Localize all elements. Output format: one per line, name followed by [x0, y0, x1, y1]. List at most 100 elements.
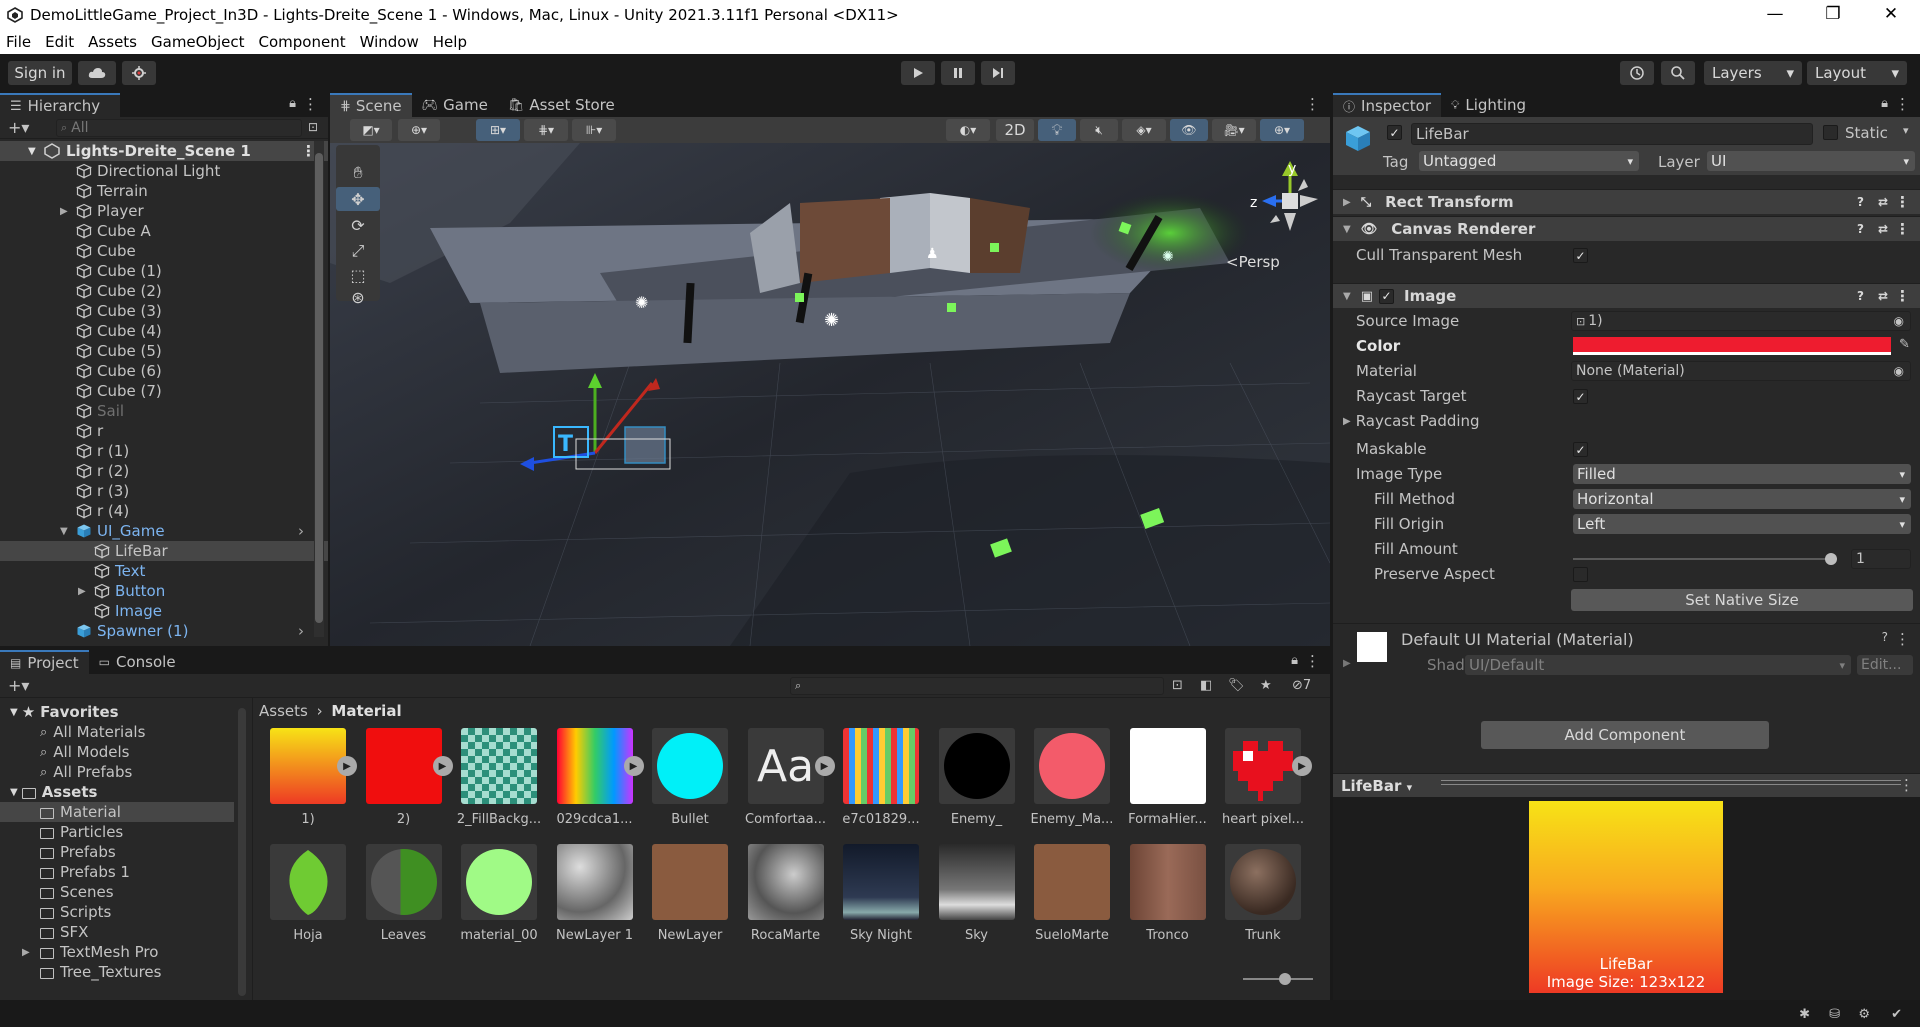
2d-toggle[interactable]: 2D — [996, 119, 1034, 141]
sign-in-button[interactable]: Sign in — [8, 61, 72, 85]
fold-closed-icon[interactable]: ▶ — [78, 586, 86, 597]
image-enabled-checkbox[interactable]: ✓ — [1379, 288, 1394, 304]
object-name-input[interactable]: LifeBar — [1411, 123, 1813, 145]
minimize-button[interactable]: — — [1746, 0, 1804, 29]
breadcrumb-material[interactable]: Material — [331, 702, 401, 720]
render-mode-dropdown[interactable]: ⊕▾ — [398, 119, 440, 141]
rect-tool-button[interactable]: ⬚ — [336, 263, 380, 287]
pivot-toggle[interactable]: ⊞▾ — [476, 119, 520, 141]
asset-item[interactable]: SueloMarte — [1027, 844, 1117, 943]
lighting-toggle[interactable]: 💡︎ — [1038, 119, 1076, 141]
more-icon[interactable]: ⋮ — [1895, 287, 1910, 305]
breadcrumb-assets[interactable]: Assets — [259, 702, 308, 720]
hierarchy-item[interactable]: Image — [0, 601, 328, 621]
more-icon[interactable]: ⋮ — [1305, 652, 1320, 670]
pause-button[interactable] — [941, 61, 975, 85]
asset-item[interactable]: heart pixel... — [1218, 728, 1308, 827]
more-icon[interactable]: ⋮ — [1899, 776, 1914, 794]
preserve-aspect-checkbox[interactable] — [1573, 567, 1588, 582]
scene-root-row[interactable]: ▼ Lights-Dreite_Scene 1 ⋮ — [0, 141, 328, 161]
zoom-slider[interactable] — [1243, 973, 1313, 985]
menu-help[interactable]: Help — [433, 33, 467, 51]
hierarchy-scrollbar[interactable] — [314, 141, 324, 637]
play-button[interactable] — [901, 61, 935, 85]
asset-item[interactable]: Tronco — [1123, 844, 1213, 943]
fold-open-icon[interactable]: ▼ — [28, 146, 36, 157]
folder-item[interactable]: SFX — [0, 922, 234, 942]
search-by-type-icon[interactable]: ⊡ — [1172, 678, 1183, 693]
draw-mode-dropdown[interactable]: ◩▾ — [350, 119, 392, 141]
more-icon[interactable]: ⋮ — [1895, 95, 1910, 113]
filter-icon[interactable]: ◧ — [1200, 678, 1212, 693]
restore-button[interactable]: ❐ — [1804, 0, 1862, 29]
gizmos-dropdown[interactable]: ⊕▾ — [1260, 119, 1304, 141]
add-icon[interactable]: +▾ — [8, 118, 29, 137]
cull-checkbox[interactable]: ✓ — [1573, 248, 1588, 263]
hierarchy-item[interactable]: Cube (3) — [0, 301, 328, 321]
hierarchy-item[interactable]: Cube (7) — [0, 381, 328, 401]
more-icon[interactable]: ⋮ — [303, 95, 318, 113]
lock-icon[interactable]: 🔒︎ — [289, 96, 296, 111]
more-icon[interactable]: ⋮ — [1895, 193, 1910, 211]
more-icon[interactable]: ⋮ — [1895, 220, 1910, 238]
asset-item[interactable]: FormaHier... — [1123, 728, 1213, 827]
folder-item[interactable]: Prefabs — [0, 842, 234, 862]
hierarchy-item[interactable]: r — [0, 421, 328, 441]
rotate-tool-button[interactable]: ⟳ — [336, 213, 380, 237]
asset-item[interactable]: 2_FillBackg... — [454, 728, 544, 827]
preset-icon[interactable]: ⇄ — [1878, 222, 1888, 236]
hierarchy-search-input[interactable]: ⌕ All — [56, 119, 302, 137]
menu-gameobject[interactable]: GameObject — [151, 33, 245, 51]
hierarchy-item[interactable]: Sail — [0, 401, 328, 421]
tab-lighting[interactable]: 💡︎ Lighting — [1441, 93, 1536, 117]
asset-item[interactable]: 029cdca1... — [550, 728, 640, 827]
active-checkbox[interactable]: ✓ — [1387, 125, 1402, 140]
tab-inspector[interactable]: ⓘ Inspector — [1333, 93, 1441, 117]
collab-button[interactable] — [122, 61, 156, 85]
expand-arrow-icon[interactable]: ▶ — [1292, 756, 1312, 776]
hierarchy-item[interactable]: ▶ Button — [0, 581, 328, 601]
hand-tool-button[interactable]: ✋︎ — [336, 161, 380, 185]
cloud-button[interactable] — [78, 61, 116, 85]
asset-item[interactable]: 2) — [359, 728, 449, 827]
scale-tool-button[interactable]: ⤢ — [336, 239, 380, 263]
menu-edit[interactable]: Edit — [45, 33, 74, 51]
hidden-objects-toggle[interactable]: 👁︎ — [1170, 119, 1208, 141]
hierarchy-item[interactable]: Cube (4) — [0, 321, 328, 341]
projection-label[interactable]: <Persp — [1226, 253, 1280, 271]
hierarchy-item[interactable]: Cube (5) — [0, 341, 328, 361]
step-button[interactable] — [981, 61, 1015, 85]
help-icon[interactable]: ? — [1857, 195, 1864, 209]
asset-item[interactable]: material_00 — [454, 844, 544, 943]
help-icon[interactable]: ? — [1857, 289, 1864, 303]
hierarchy-item[interactable]: Terrain — [0, 181, 328, 201]
favorite-item[interactable]: ⌕ All Materials — [0, 722, 244, 742]
folder-item[interactable]: ▶ TextMesh Pro — [0, 942, 234, 962]
hierarchy-item[interactable]: Cube A — [0, 221, 328, 241]
maskable-checkbox[interactable]: ✓ — [1573, 442, 1588, 457]
tab-console[interactable]: ▭ Console — [89, 650, 186, 674]
asset-item[interactable]: NewLayer — [645, 844, 735, 943]
camera-mode-dropdown[interactable]: ◐▾ — [946, 119, 990, 141]
favorite-item[interactable]: ⌕ All Prefabs — [0, 762, 244, 782]
bug-icon[interactable]: ✱ — [1799, 1007, 1810, 1022]
favorite-item[interactable]: ⌕ All Models — [0, 742, 244, 762]
hidden-packages-toggle[interactable]: ⊘7 — [1292, 678, 1311, 693]
object-picker-icon[interactable]: ◉ — [1894, 364, 1904, 378]
shader-dropdown[interactable]: UI/Default ▾ — [1465, 655, 1851, 675]
gear-icon[interactable]: ⚙ — [1858, 1007, 1870, 1022]
folder-item[interactable]: Tree_Textures — [0, 962, 234, 982]
hierarchy-item[interactable]: Text — [0, 561, 328, 581]
hierarchy-item[interactable]: r (1) — [0, 441, 328, 461]
expand-arrow-icon[interactable]: ▶ — [432, 756, 453, 776]
lock-icon[interactable]: 🔒︎ — [1881, 96, 1888, 111]
object-picker-icon[interactable]: ◉ — [1894, 314, 1904, 328]
asset-item[interactable]: Leaves — [359, 844, 449, 943]
fill-origin-dropdown[interactable]: Left ▾ — [1573, 514, 1911, 534]
increment-snap-toggle[interactable]: ⊪▾ — [572, 119, 616, 141]
hierarchy-item[interactable]: ▼ UI_Game › — [0, 521, 328, 541]
image-type-dropdown[interactable]: Filled ▾ — [1573, 464, 1911, 484]
hierarchy-item[interactable]: r (2) — [0, 461, 328, 481]
folder-item[interactable]: Scenes — [0, 882, 234, 902]
fold-closed-icon[interactable]: ▶ — [22, 947, 30, 958]
